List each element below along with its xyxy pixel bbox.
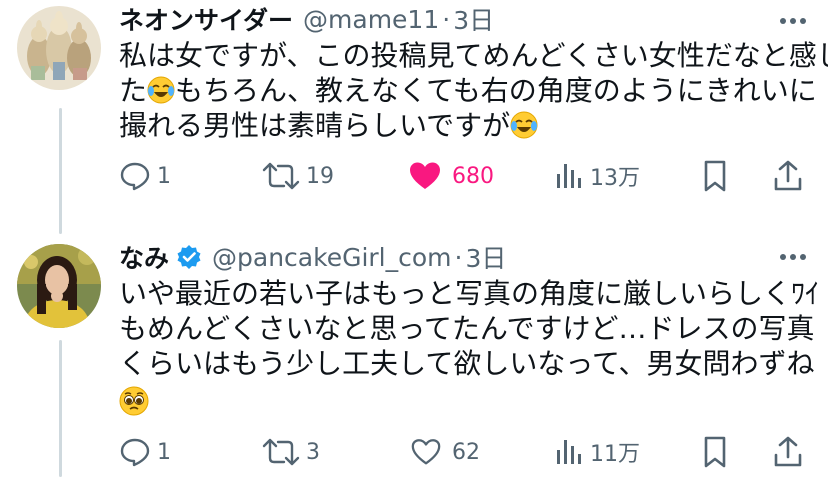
illustrated-animals-avatar-icon [17, 6, 101, 90]
bar-chart-icon [557, 440, 581, 464]
repost-button[interactable]: 3 [262, 432, 320, 472]
avatar[interactable] [17, 244, 101, 328]
like-button[interactable]: 680 [408, 156, 494, 196]
tweet-actions: 1 3 62 11万 [0, 432, 828, 472]
reply-button[interactable]: 1 [119, 156, 171, 196]
reply-icon [120, 162, 150, 191]
tweet-text: くらいはもう少し工夫して欲しいなって、男女問わずね [119, 347, 815, 380]
ellipsis-icon [780, 18, 806, 24]
reply-icon [120, 438, 150, 467]
face-with-tears-of-joy-icon [510, 111, 538, 139]
avatar[interactable] [17, 6, 101, 90]
tweet-text-line: 私は女ですが、この投稿見てめんどくさい女性だなと感じ [119, 39, 828, 73]
view-count: 13万 [590, 166, 640, 191]
timestamp[interactable]: 3日 [453, 1, 494, 37]
reply-count: 1 [157, 163, 171, 189]
separator-dot: · [454, 242, 463, 272]
bar-chart-icon [557, 164, 581, 188]
tweet-text-line: 撮れる男性は素晴らしいですが [119, 109, 538, 143]
face-with-tears-of-joy-icon [147, 76, 175, 104]
repost-button[interactable]: 19 [262, 156, 334, 196]
view-count: 11万 [590, 442, 640, 467]
tweet-text-line [119, 386, 149, 420]
reply-button[interactable]: 1 [119, 432, 171, 472]
tweet-text: た [119, 74, 148, 107]
tweet-text-line: もめんどくさいなと思ってたんですけど…ドレスの写真 [119, 312, 815, 346]
repost-icon [262, 438, 300, 466]
tweet-text: いや最近の若い子はもっと写真の角度に厳しいらしくﾜｲ [119, 277, 820, 310]
share-icon [774, 160, 802, 191]
repost-count: 3 [306, 439, 320, 465]
bookmark-icon [704, 160, 726, 192]
like-button[interactable]: 62 [410, 432, 480, 472]
share-button[interactable] [773, 156, 803, 196]
user-handle[interactable]: @pancakeGirl_com [212, 243, 452, 272]
tweet-text-line: いや最近の若い子はもっと写真の角度に厳しいらしくﾜｲ [119, 277, 819, 311]
tweet-actions: 1 19 680 13万 [0, 156, 828, 196]
verified-badge-icon [176, 244, 202, 270]
share-button[interactable] [773, 432, 803, 472]
tweet-header: なみ @pancakeGirl_com · 3日 [119, 240, 506, 274]
share-icon [774, 436, 802, 467]
heart-outline-icon [411, 439, 441, 465]
display-name[interactable]: ネオンサイダー [119, 1, 293, 37]
views-button[interactable]: 13万 [554, 156, 640, 196]
timestamp[interactable]: 3日 [465, 239, 506, 275]
views-button[interactable]: 11万 [554, 432, 640, 472]
bookmark-icon [704, 436, 726, 468]
bookmark-button[interactable] [702, 432, 728, 472]
ellipsis-icon [780, 254, 806, 260]
separator-dot: · [442, 4, 451, 34]
tweet-text: 私は女ですが、この投稿見てめんどくさい女性だなと感じ [119, 39, 828, 72]
more-options-button[interactable] [775, 6, 811, 36]
woman-photo-avatar-icon [17, 244, 101, 328]
reply-count: 1 [157, 439, 171, 465]
tweet-text-line: くらいはもう少し工夫して欲しいなって、男女問わずね [119, 347, 815, 381]
tweet-header: ネオンサイダー @mame11 · 3日 [119, 2, 494, 36]
like-count: 680 [452, 163, 494, 189]
repost-count: 19 [306, 163, 334, 189]
tweet-text: 撮れる男性は素晴らしいですが [119, 109, 511, 142]
display-name[interactable]: なみ [119, 239, 169, 275]
repost-icon [262, 162, 300, 190]
tweet-text: もめんどくさいなと思ってたんですけど…ドレスの写真 [119, 312, 815, 345]
tweet-text-line: たもちろん、教えなくても右の角度のようにきれいに [119, 74, 817, 108]
pleading-face-icon [119, 386, 149, 416]
bookmark-button[interactable] [702, 156, 728, 196]
tweet-text: もちろん、教えなくても右の角度のようにきれいに [175, 74, 817, 107]
heart-filled-icon [410, 162, 440, 189]
more-options-button[interactable] [775, 242, 811, 272]
like-count: 62 [452, 439, 480, 465]
user-handle[interactable]: @mame11 [303, 5, 439, 34]
